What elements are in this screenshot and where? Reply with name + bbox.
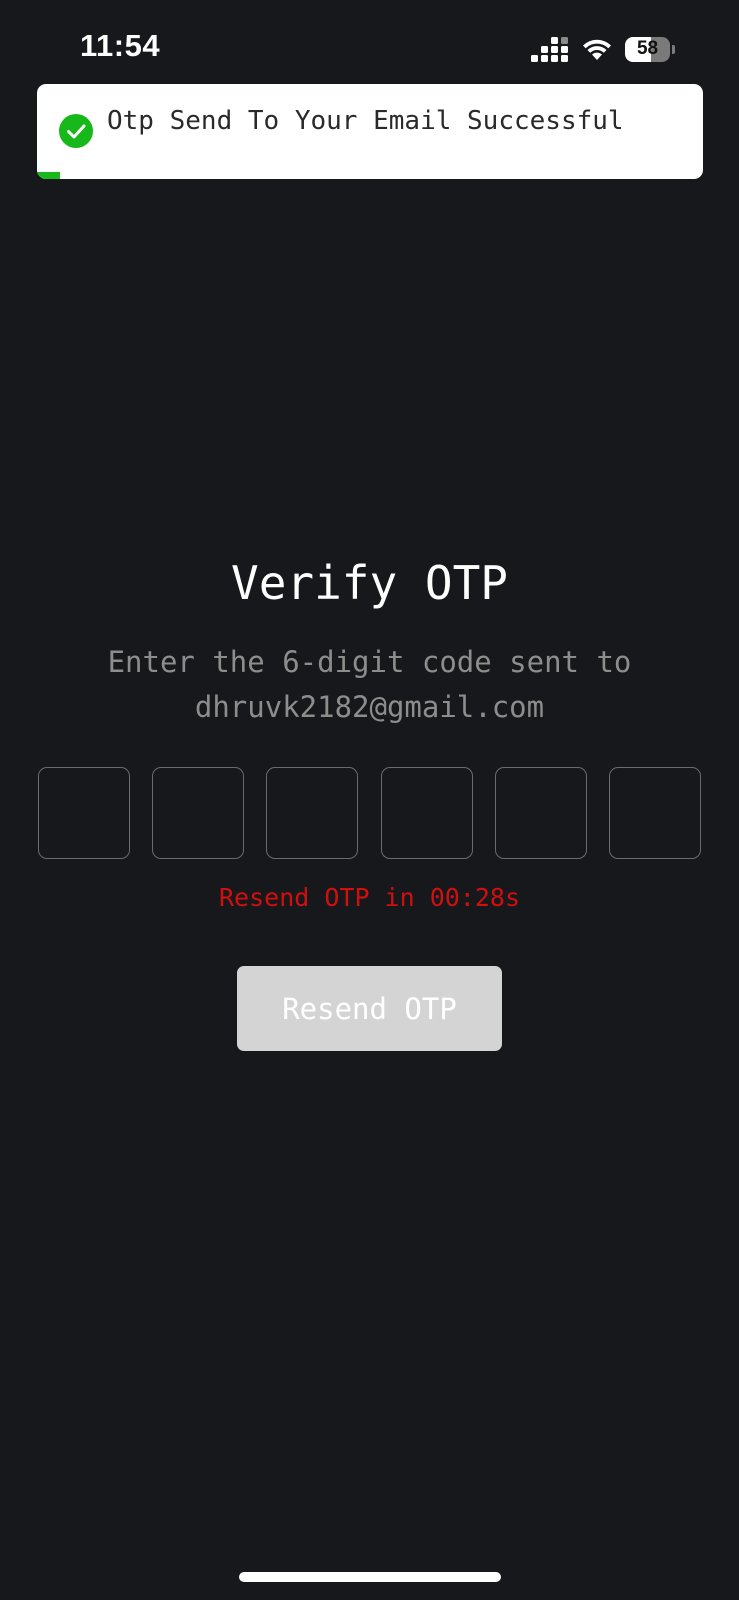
page-title: Verify OTP bbox=[231, 556, 508, 610]
otp-digit-6[interactable] bbox=[608, 767, 701, 859]
otp-input-group bbox=[38, 767, 701, 859]
status-bar: 11:54 58 bbox=[0, 0, 739, 90]
status-icons: 58 bbox=[531, 34, 675, 64]
resend-otp-button[interactable]: Resend OTP bbox=[237, 966, 502, 1051]
battery-icon: 58 bbox=[625, 36, 675, 62]
toast-progress-bar bbox=[37, 172, 61, 179]
battery-level: 58 bbox=[625, 36, 671, 62]
wifi-icon bbox=[583, 39, 611, 60]
resend-countdown: Resend OTP in 00:28s bbox=[218, 883, 521, 912]
success-toast[interactable]: Otp Send To Your Email Successful bbox=[37, 84, 703, 179]
cellular-signal-icon bbox=[531, 37, 568, 62]
otp-digit-1[interactable] bbox=[38, 767, 130, 859]
otp-digit-4[interactable] bbox=[380, 767, 473, 859]
instruction-text: Enter the 6-digit code sent to bbox=[107, 645, 632, 679]
home-indicator[interactable] bbox=[239, 1572, 501, 1582]
status-time: 11:54 bbox=[80, 28, 161, 63]
otp-digit-5[interactable] bbox=[494, 767, 587, 859]
check-circle-icon bbox=[59, 114, 93, 148]
otp-digit-2[interactable] bbox=[152, 767, 245, 859]
otp-instructions: Enter the 6-digit code sent to dhruvk218… bbox=[0, 640, 739, 730]
otp-digit-3[interactable] bbox=[266, 767, 359, 859]
toast-message: Otp Send To Your Email Successful bbox=[107, 106, 624, 136]
email-address: dhruvk2182@gmail.com bbox=[194, 690, 545, 724]
